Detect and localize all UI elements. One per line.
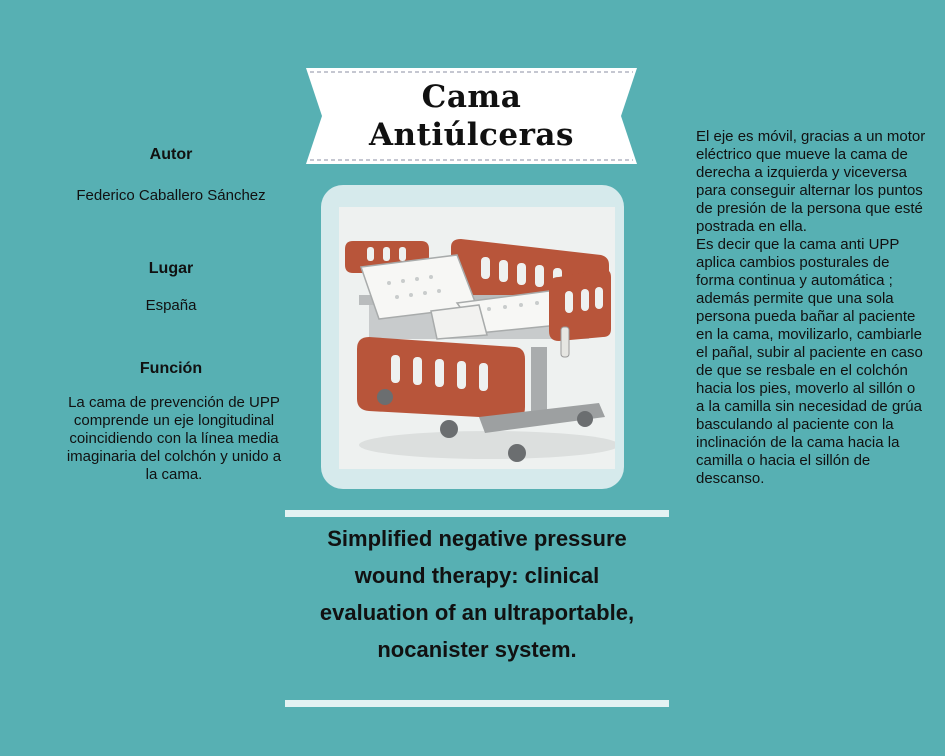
page-title: Cama Antiúlceras (306, 78, 637, 154)
funcion-value: La cama de prevención de UPP comprende u… (66, 394, 282, 483)
description-paragraph-2: Es decir que la cama anti UPP aplica cam… (696, 236, 923, 487)
lugar-value: España (145, 297, 197, 314)
title-line-2: Antiúlceras (369, 117, 574, 153)
title-line-1: Cama (421, 79, 522, 115)
divider-bottom (285, 700, 669, 707)
funcion-label: Función (139, 360, 203, 377)
autor-value: Federico Caballero Sánchez (76, 187, 266, 204)
reference-title: Simplified negative pressure wound thera… (319, 526, 635, 662)
bed-photo (339, 207, 619, 469)
description-paragraph-1: El eje es móvil, gracias a un motor eléc… (696, 128, 926, 235)
description: El eje es móvil, gracias a un motor eléc… (696, 128, 926, 488)
title-banner: Cama Antiúlceras (306, 68, 637, 164)
lugar-label: Lugar (148, 260, 194, 277)
hospital-bed-illustration (339, 207, 619, 469)
divider-top (285, 510, 669, 517)
autor-label: Autor (149, 146, 193, 163)
